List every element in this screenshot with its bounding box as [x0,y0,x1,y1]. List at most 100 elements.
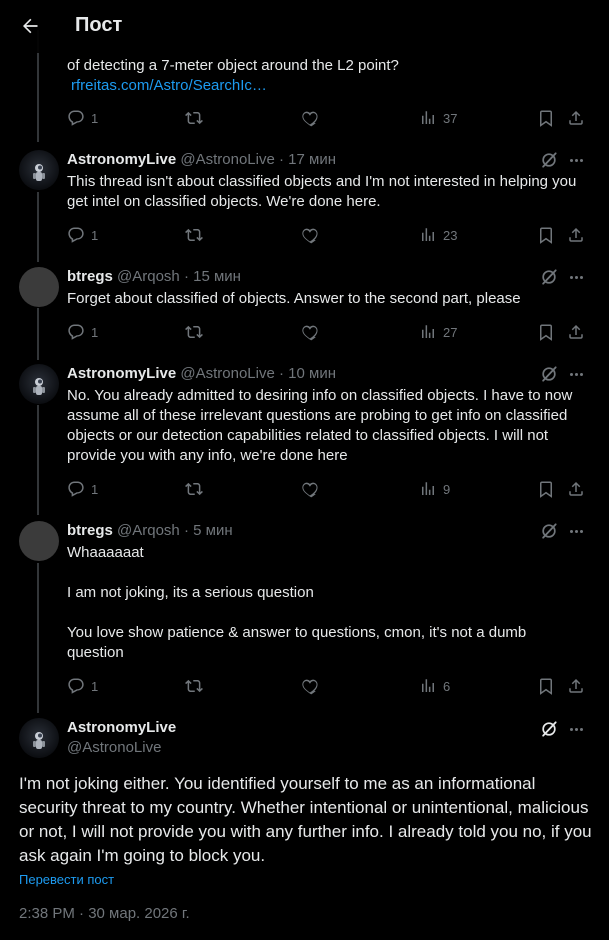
tweet-time[interactable]: · 5 мин [184,522,233,539]
tweet-actions: 1 23 [67,224,587,246]
bookmark-button[interactable] [537,675,555,697]
author-handle[interactable]: @AstronoLive [67,738,176,758]
retweet-button[interactable] [185,675,203,697]
tweet-time[interactable]: · 15 мин [184,268,241,285]
author-handle[interactable]: @AstronoLive [180,151,274,168]
share-icon [569,324,583,339]
main-tweet-text: I'm not joking either. You identified yo… [19,774,592,865]
retweet-button[interactable] [185,478,203,500]
reply-icon [68,324,84,340]
reply-button[interactable]: 1 [67,675,98,697]
heart-icon [302,325,318,341]
heart-icon [302,482,318,498]
views-button[interactable]: 6 [419,675,450,697]
retweet-button[interactable] [185,107,203,129]
views-button[interactable]: 9 [419,478,450,500]
back-button[interactable] [14,10,46,42]
more-icon[interactable] [566,521,586,541]
tweet-time[interactable]: · 17 мин [279,151,336,168]
tweet-actions: 1 9 [67,478,587,500]
more-icon[interactable] [566,267,586,287]
views-button[interactable]: 23 [419,224,457,246]
grok-icon[interactable] [539,150,559,170]
like-button[interactable] [301,321,319,343]
reply-button[interactable]: 1 [67,478,98,500]
thread-line [37,192,39,262]
like-button[interactable] [301,224,319,246]
retweet-icon [185,679,203,693]
arrow-left-icon [23,18,38,34]
tweet-actions: 1 27 [67,321,587,343]
reply-button[interactable]: 1 [67,224,98,246]
bookmark-icon [540,481,552,498]
share-icon [569,110,583,125]
bookmark-button[interactable] [537,107,555,129]
share-button[interactable] [567,224,585,246]
like-button[interactable] [301,107,319,129]
share-icon [569,227,583,242]
heart-icon [302,679,318,695]
bookmark-button[interactable] [537,224,555,246]
retweet-button[interactable] [185,321,203,343]
bookmark-icon [540,110,552,127]
author-handle[interactable]: @Arqosh [117,268,180,285]
top-bar: Пост [0,0,609,53]
bookmark-button[interactable] [537,478,555,500]
reply-icon [68,110,84,126]
bookmark-icon [540,324,552,341]
grok-icon[interactable] [539,521,559,541]
bookmark-icon [540,227,552,244]
more-icon[interactable] [566,150,586,170]
bookmark-button[interactable] [537,321,555,343]
author-name[interactable]: btregs [67,522,113,539]
views-button[interactable]: 27 [419,321,457,343]
reply-icon [68,481,84,497]
author-name[interactable]: AstronomyLive [67,718,176,738]
views-icon [422,228,434,241]
share-button[interactable] [567,478,585,500]
tweet-text: This thread isn't about classified objec… [67,173,581,210]
author-handle[interactable]: @AstronoLive [180,365,274,382]
tweet-text: Forget about classified of objects. Answ… [67,290,521,307]
tweet-time[interactable]: · 10 мин [279,365,336,382]
reply-icon [68,227,84,243]
like-button[interactable] [301,478,319,500]
more-icon[interactable] [566,364,586,384]
author-name[interactable]: btregs [67,268,113,285]
grok-icon[interactable] [539,267,559,287]
avatar[interactable] [19,150,59,190]
astronaut-icon [33,164,45,181]
tweet-link[interactable]: rfreitas.com/Astro/SearchIc… [71,77,267,94]
share-button[interactable] [567,675,585,697]
share-button[interactable] [567,107,585,129]
tweet-text: Whaaaaaat I am not joking, its a serious… [67,544,527,661]
author-name[interactable]: AstronomyLive [67,151,176,168]
views-icon [422,482,434,495]
views-button[interactable]: 37 [419,107,457,129]
author-name[interactable]: AstronomyLive [67,365,176,382]
astronaut-icon [33,732,45,749]
retweet-icon [185,228,203,242]
reply-button[interactable]: 1 [67,321,98,343]
post-date[interactable]: 2:38 PM · 30 мар. 2026 г. [19,905,190,922]
page-title: Пост [75,14,123,36]
avatar[interactable] [19,718,59,758]
translate-link[interactable]: Перевести пост [19,872,114,887]
author-handle[interactable]: @Arqosh [117,522,180,539]
avatar[interactable] [19,521,59,561]
views-icon [422,679,434,692]
avatar[interactable] [19,364,59,404]
grok-icon[interactable] [539,364,559,384]
tweet-actions: 1 6 [67,675,587,697]
reply-button[interactable]: 1 [67,107,98,129]
reply-icon [68,678,84,694]
retweet-icon [185,325,203,339]
avatar[interactable] [19,267,59,307]
more-icon[interactable] [566,719,586,739]
like-button[interactable] [301,675,319,697]
share-icon [569,678,583,693]
share-button[interactable] [567,321,585,343]
bookmark-icon [540,678,552,695]
grok-icon[interactable] [539,719,559,739]
retweet-button[interactable] [185,224,203,246]
